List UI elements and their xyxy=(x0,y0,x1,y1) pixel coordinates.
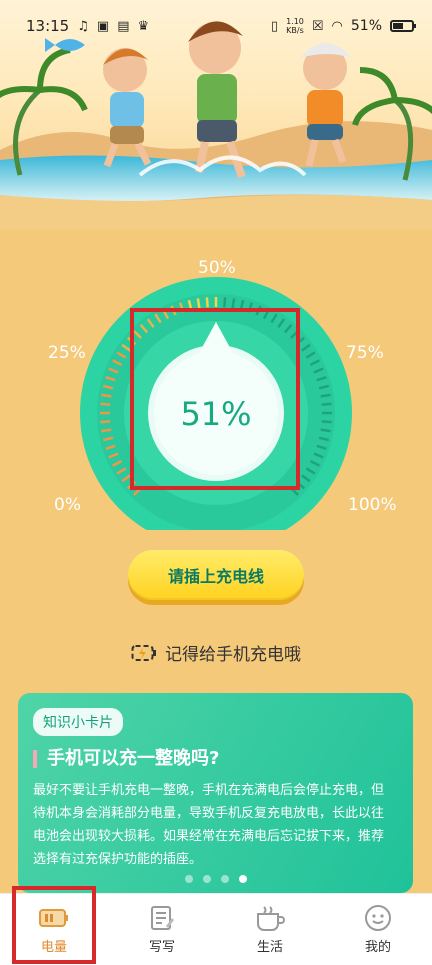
nav-label-life: 生活 xyxy=(256,940,283,955)
notification-icon: ▤ xyxy=(117,18,130,34)
smile-face-icon xyxy=(361,904,395,932)
wifi-icon: ◠ xyxy=(331,18,343,34)
gauge-tick xyxy=(196,298,201,309)
knowledge-card[interactable]: 知识小卡片 手机可以充一整晚吗? 最好不要让手机充电一整晚，手机在充满电后会停止… xyxy=(18,693,413,893)
carousel-dot-active[interactable] xyxy=(238,875,247,883)
carousel-dot[interactable] xyxy=(202,875,211,883)
nav-label-mine: 我的 xyxy=(364,940,391,955)
carousel-dot[interactable] xyxy=(220,875,229,883)
gauge-tick xyxy=(223,297,227,308)
sim-off-icon: ☒ xyxy=(311,18,324,34)
charge-reminder: 记得给手机充电哦 xyxy=(0,640,432,665)
nav-item-battery[interactable]: 电量 xyxy=(0,894,108,965)
gauge-tick xyxy=(320,393,331,398)
gauge-dial: 51% xyxy=(80,277,352,530)
knowledge-card-tag: 知识小卡片 xyxy=(33,708,123,736)
carousel-indicator xyxy=(18,875,413,883)
gauge-tick xyxy=(321,420,332,424)
gauge-value: 51% xyxy=(180,395,251,433)
status-right: ▯ 1.10 KB/s ☒ ◠ 51% xyxy=(270,17,416,35)
vibrate-icon: ▯ xyxy=(270,18,279,34)
gauge-tick xyxy=(321,402,332,406)
gauge-tick xyxy=(205,297,209,308)
gauge-tick xyxy=(231,298,236,309)
gauge-tick xyxy=(101,393,112,398)
nav-item-life[interactable]: 生活 xyxy=(216,894,324,965)
crown-icon: ♛ xyxy=(137,18,150,34)
gauge-tick xyxy=(101,428,112,433)
gauge-tick xyxy=(100,402,111,406)
knowledge-card-title: 手机可以充一整晚吗? xyxy=(33,750,219,768)
gauge-tick xyxy=(100,420,111,424)
notepad-icon xyxy=(145,904,179,932)
charge-reminder-text: 记得给手机充电哦 xyxy=(165,645,301,665)
battery-percent: 51% xyxy=(350,18,382,34)
bottom-navigation: 电量 写写 生活 我的 xyxy=(0,893,432,965)
network-speed: 1.10 KB/s xyxy=(286,17,304,35)
battery-icon xyxy=(37,904,71,932)
gauge-tick xyxy=(320,428,331,433)
nav-item-mine[interactable]: 我的 xyxy=(324,894,432,965)
network-speed-value: 1.10 xyxy=(286,17,304,26)
charging-bolt-icon xyxy=(131,644,156,661)
plug-in-charger-button[interactable]: 请插上充电线 xyxy=(128,550,304,600)
nav-label-battery: 电量 xyxy=(40,940,67,955)
app-notification-icon: ▣ xyxy=(96,18,110,34)
status-left: 13:15 ♫ ▣ ▤ ♛ xyxy=(26,17,149,35)
music-icon: ♫ xyxy=(77,18,89,34)
nav-item-write[interactable]: 写写 xyxy=(108,894,216,965)
network-speed-unit: KB/s xyxy=(286,26,304,35)
cup-icon xyxy=(253,904,287,932)
knowledge-card-body: 最好不要让手机充电一整晚，手机在充满电后会停止充电，但待机本身会消耗部分电量，导… xyxy=(33,783,385,867)
status-time: 13:15 xyxy=(26,17,70,35)
nav-label-write: 写写 xyxy=(148,940,175,955)
status-bar: 13:15 ♫ ▣ ▤ ♛ ▯ 1.10 KB/s ☒ ◠ 51% xyxy=(0,0,432,52)
carousel-dot[interactable] xyxy=(184,875,193,883)
battery-gauge: 50% 25% 75% 0% 100% 51% xyxy=(0,250,432,530)
battery-status-icon xyxy=(390,20,416,32)
